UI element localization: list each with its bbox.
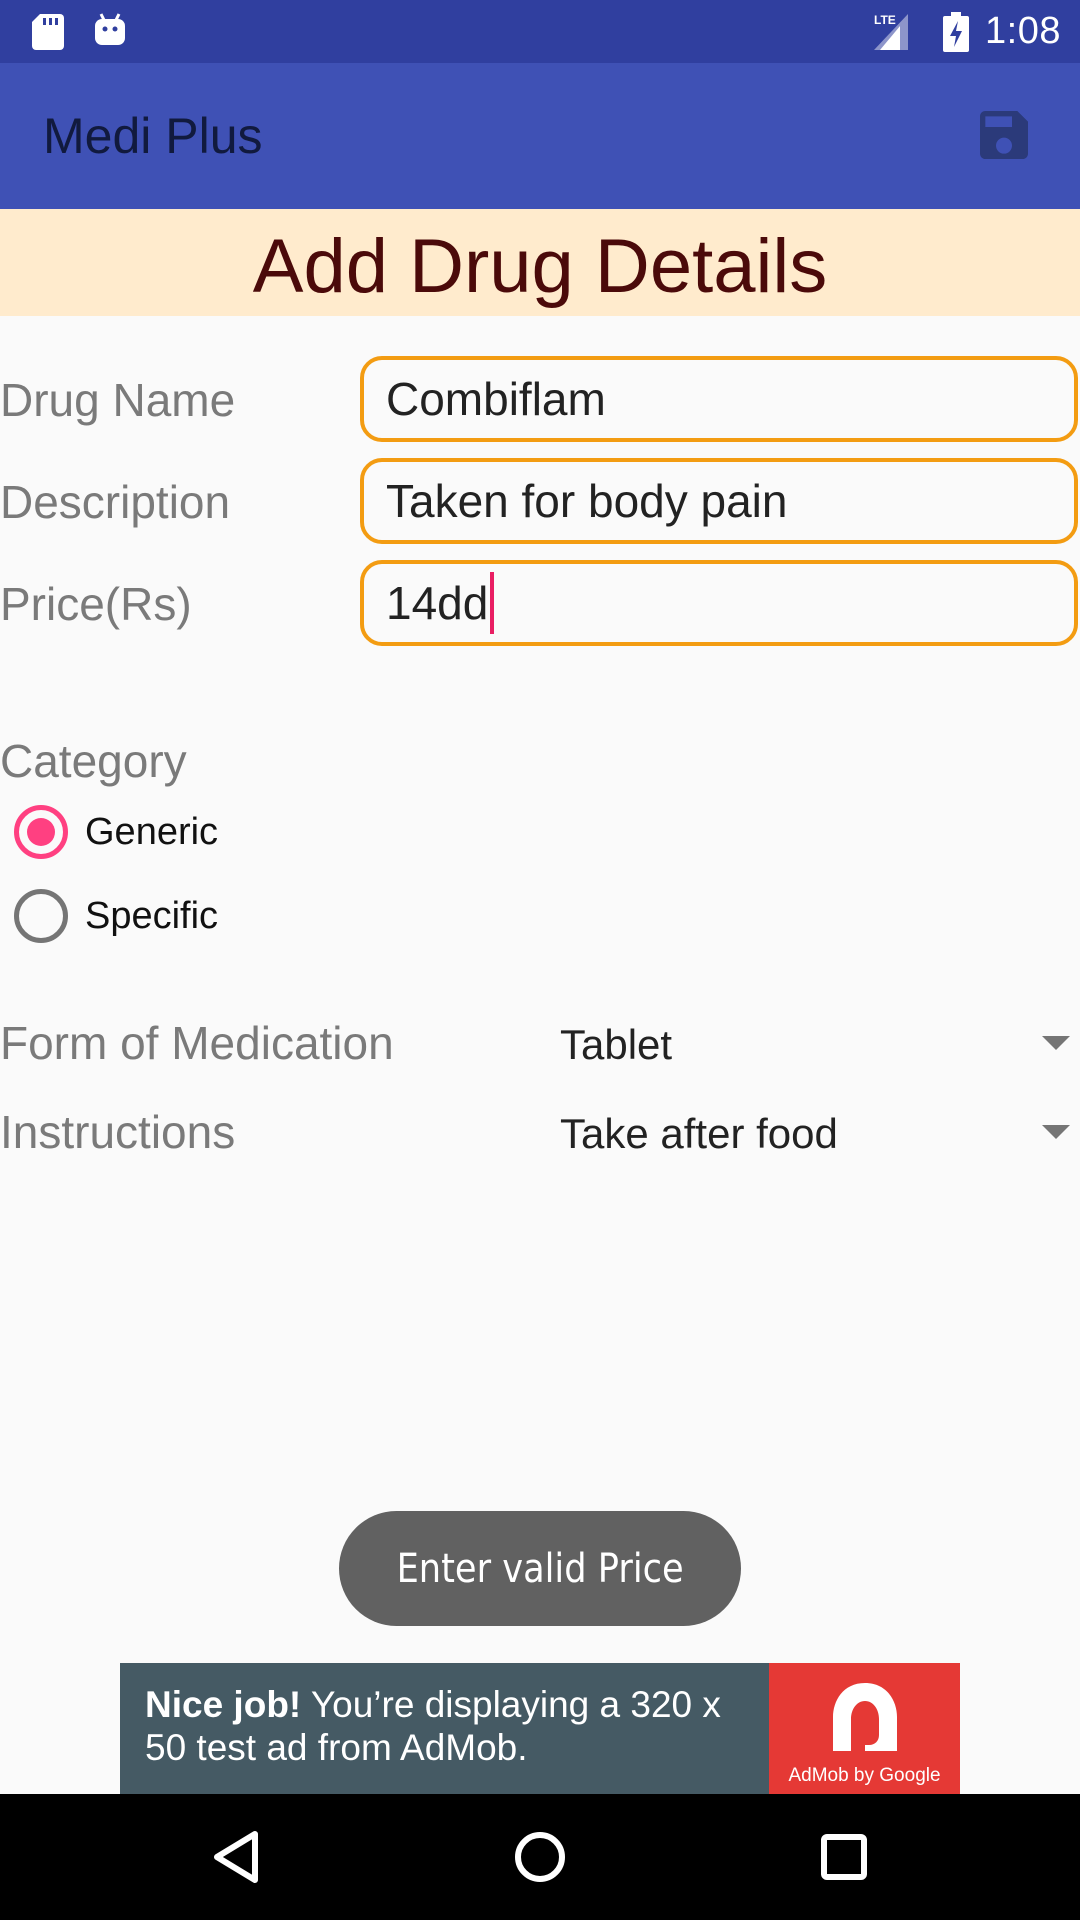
radio-checked-icon: [14, 805, 68, 859]
ad-bold-text: Nice job!: [145, 1684, 302, 1725]
admob-brand-text: AdMob by Google: [788, 1765, 941, 1786]
back-icon: [214, 1831, 258, 1883]
home-icon: [515, 1832, 565, 1882]
drug-name-label: Drug Name: [0, 374, 236, 426]
svg-text:LTE: LTE: [874, 13, 896, 27]
recents-button[interactable]: [811, 1824, 877, 1890]
status-bar: LTE 1:08: [0, 0, 1080, 63]
toast-text: Enter valid Price: [396, 1545, 684, 1592]
status-clock: 1:08: [985, 10, 1061, 52]
lte-signal-icon: LTE: [874, 13, 908, 50]
description-label: Description: [0, 476, 231, 528]
radio-specific-label: Specific: [85, 894, 219, 937]
dropdown-arrow-icon: [1042, 1036, 1070, 1050]
radio-unchecked-icon: [14, 889, 68, 943]
sd-card-icon: [32, 14, 64, 50]
admob-logo-box: AdMob by Google: [769, 1663, 960, 1794]
battery-charging-icon: [943, 12, 969, 52]
instructions-spinner[interactable]: Take after food: [560, 1099, 1070, 1169]
description-field[interactable]: Taken for body pain: [360, 458, 1078, 544]
drug-name-value: Combiflam: [386, 373, 606, 425]
app-title: Medi Plus: [43, 108, 263, 164]
page-title: Add Drug Details: [252, 224, 828, 309]
home-button[interactable]: [507, 1824, 573, 1890]
navigation-bar: [0, 1794, 1080, 1920]
form-of-medication-spinner[interactable]: Tablet: [560, 1010, 1070, 1080]
radio-generic[interactable]: Generic: [14, 805, 218, 859]
form-of-medication-label: Form of Medication: [0, 1017, 394, 1069]
description-value: Taken for body pain: [386, 475, 788, 527]
android-debug-icon: [95, 13, 125, 45]
app-bar: Medi Plus: [0, 63, 1080, 209]
text-cursor: [490, 572, 495, 634]
save-icon: [980, 111, 1028, 159]
price-field[interactable]: 14dd: [360, 560, 1078, 646]
ad-banner[interactable]: Nice job! You’re displaying a 320 x 50 t…: [120, 1663, 960, 1794]
dropdown-arrow-icon: [1042, 1125, 1070, 1139]
instructions-label: Instructions: [0, 1106, 236, 1158]
radio-specific[interactable]: Specific: [14, 889, 218, 943]
toast-message: Enter valid Price: [339, 1511, 741, 1626]
recents-icon: [821, 1834, 867, 1880]
admob-logo-icon: [833, 1683, 897, 1751]
radio-generic-label: Generic: [85, 810, 219, 853]
ad-text: Nice job! You’re displaying a 320 x 50 t…: [145, 1683, 765, 1769]
back-button[interactable]: [203, 1824, 269, 1890]
heading-band: Add Drug Details: [0, 209, 1080, 316]
price-value: 14dd: [386, 577, 489, 629]
drug-name-field[interactable]: Combiflam: [360, 356, 1078, 442]
category-label: Category: [0, 735, 187, 787]
price-label: Price(Rs): [0, 578, 192, 630]
save-button[interactable]: [968, 99, 1040, 171]
instructions-value: Take after food: [560, 1110, 838, 1157]
form-of-medication-value: Tablet: [560, 1021, 673, 1068]
